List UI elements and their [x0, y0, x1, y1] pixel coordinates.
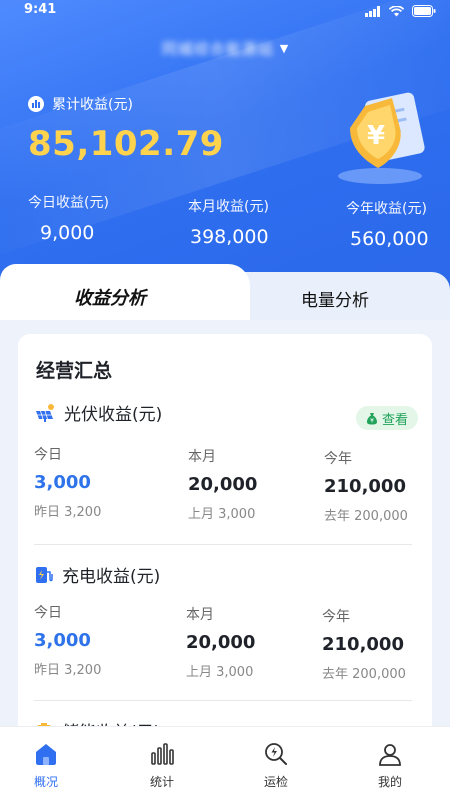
money-bag-icon: ¥ [366, 412, 377, 424]
month-earnings: 本月收益(元) 398,000 [188, 196, 269, 248]
wifi-icon [389, 5, 404, 16]
year-earnings: 今年收益(元) 560,000 [346, 198, 429, 250]
total-earnings-label-text: 累计收益(元) [52, 97, 133, 113]
tab-energy-analysis[interactable]: 电量分析 [240, 286, 430, 311]
status-time: 9:41 [24, 2, 57, 17]
shield-yuan-icon: ¥ [338, 92, 425, 184]
svg-text:¥: ¥ [370, 417, 374, 424]
battery-icon [412, 5, 436, 17]
bar-chart-icon [151, 743, 174, 765]
today-earnings-value: 9,000 [40, 222, 95, 244]
view-button[interactable]: ¥ 查看 [355, 406, 418, 430]
pv-month: 本月 20,000 上月 3,000 [188, 446, 257, 522]
divider [34, 544, 412, 545]
charging-year-value: 210,000 [322, 634, 404, 655]
charging-month: 本月 20,000 上月 3,000 [186, 604, 255, 680]
category-charging-header: 充电收益(元) [34, 562, 160, 587]
solar-panel-icon [36, 403, 54, 422]
total-earnings-value: 85,102.79 [28, 124, 224, 164]
nav-statistics-label: 统计 [149, 775, 174, 789]
divider [34, 700, 412, 701]
chart-icon [28, 96, 44, 112]
year-earnings-value: 560,000 [350, 228, 429, 250]
category-pv-header: 光伏收益(元) [34, 400, 162, 425]
today-earnings-label: 今日收益(元) [28, 195, 109, 211]
bottom-nav: 概况 统计 运检 我的 [0, 726, 450, 800]
section-title: 经营汇总 [36, 360, 113, 382]
charging-year-label: 今年 [322, 609, 350, 625]
charging-today-value: 3,000 [34, 630, 91, 651]
caret-down-icon: ▼ [279, 42, 289, 55]
category-pv-title: 光伏收益(元) [64, 405, 163, 425]
pv-yesterday-value: 昨日 3,200 [34, 505, 102, 520]
pv-year-value: 210,000 [324, 476, 406, 497]
charging-month-value: 20,000 [186, 632, 256, 653]
charging-yesterday-value: 昨日 3,200 [34, 663, 102, 678]
status-bar: 9:41 [0, 0, 450, 24]
view-button-label: 查看 [381, 412, 408, 428]
pv-year-label: 今年 [324, 451, 352, 467]
summary-card: 经营汇总 光伏收益(元) ¥ 查看 今日 3,000 昨日 3,200 本月 2… [18, 334, 432, 754]
charging-last-year-value: 去年 200,000 [322, 667, 406, 682]
charging-today: 今日 3,000 昨日 3,200 [34, 602, 101, 678]
month-earnings-value: 398,000 [190, 226, 269, 248]
tab-earnings-analysis[interactable]: 收益分析 [0, 284, 220, 310]
hero-banner: 9:41 同城综合能源站 ▼ 累计收益(元) 85,102.79 ¥ 今日收益(元… [0, 0, 450, 300]
charging-today-label: 今日 [34, 605, 62, 621]
year-earnings-label: 今年收益(元) [346, 201, 427, 217]
station-selector[interactable]: 同城综合能源站 ▼ [0, 38, 450, 59]
inspect-icon [265, 743, 287, 765]
nav-profile[interactable]: 我的 [350, 739, 430, 790]
charging-last-month-value: 上月 3,000 [186, 665, 254, 680]
pv-month-label: 本月 [188, 449, 216, 465]
nav-profile-label: 我的 [377, 775, 402, 789]
pv-year: 今年 210,000 去年 200,000 [324, 448, 408, 524]
nav-inspection[interactable]: 运检 [236, 739, 316, 790]
today-earnings: 今日收益(元) 9,000 [28, 192, 109, 244]
month-earnings-label: 本月收益(元) [188, 199, 269, 215]
user-icon [379, 744, 401, 766]
nav-inspection-label: 运检 [263, 775, 288, 789]
pv-month-value: 20,000 [188, 474, 258, 495]
svg-text:¥: ¥ [367, 121, 385, 151]
charging-pile-icon [36, 566, 53, 583]
pv-today: 今日 3,000 昨日 3,200 [34, 444, 101, 520]
category-charging-title: 充电收益(元) [62, 567, 161, 587]
charging-year: 今年 210,000 去年 200,000 [322, 606, 406, 682]
charging-month-label: 本月 [186, 607, 214, 623]
home-icon [36, 744, 56, 765]
pv-last-month-value: 上月 3,000 [188, 507, 256, 522]
nav-overview[interactable]: 概况 [6, 739, 86, 790]
status-icons [365, 5, 436, 17]
station-name: 同城综合能源站 [161, 40, 274, 58]
pv-today-label: 今日 [34, 447, 62, 463]
pv-last-year-value: 去年 200,000 [324, 509, 408, 524]
total-earnings-label: 累计收益(元) [28, 94, 133, 114]
signal-icon [365, 5, 380, 17]
nav-statistics[interactable]: 统计 [122, 739, 202, 790]
nav-overview-label: 概况 [33, 775, 58, 789]
pv-today-value: 3,000 [34, 472, 91, 493]
